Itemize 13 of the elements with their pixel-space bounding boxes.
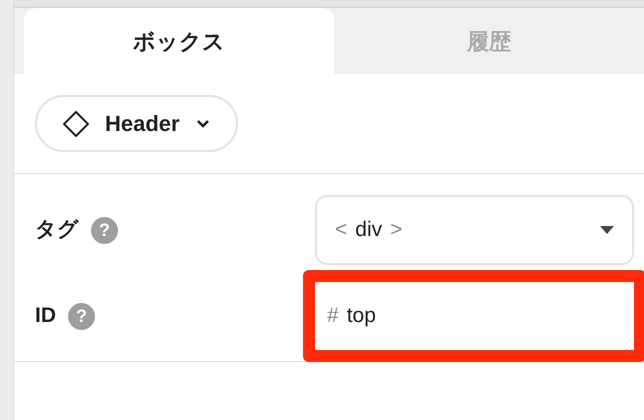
field-value: top — [346, 303, 376, 330]
tag-select[interactable]: < div > — [315, 195, 634, 265]
dropdown-arrow-icon — [600, 226, 614, 234]
suffix-symbol: > — [390, 217, 402, 244]
field-label: タグ — [35, 217, 79, 244]
diamond-icon — [63, 110, 89, 136]
prefix-symbol: # — [327, 303, 339, 330]
tab[interactable]: ボックス — [24, 8, 334, 74]
field-label: ID — [35, 303, 56, 330]
field-value: div — [355, 217, 382, 244]
chevron-down-icon — [196, 118, 210, 128]
prefix-symbol: < — [335, 217, 348, 244]
element-dropdown[interactable]: Header — [35, 95, 238, 152]
